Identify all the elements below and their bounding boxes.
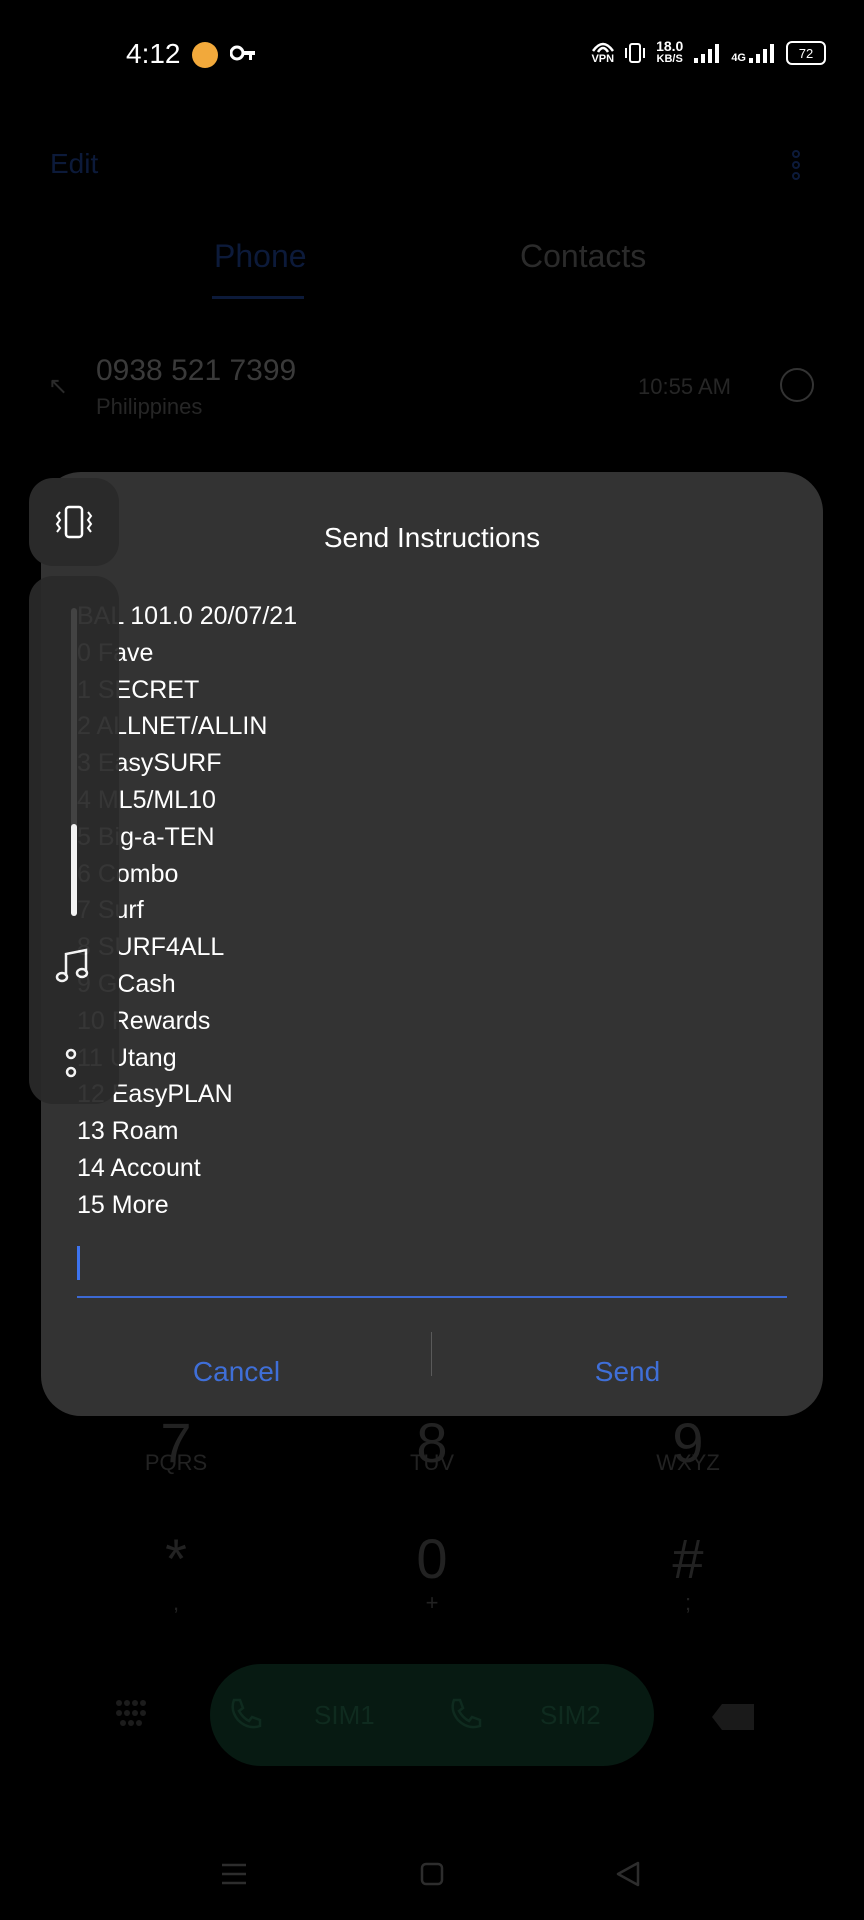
- recents-icon[interactable]: [220, 1862, 248, 1891]
- vpn-indicator: VPN: [591, 41, 614, 65]
- key-icon: [229, 42, 256, 69]
- back-icon[interactable]: [614, 1860, 642, 1893]
- status-time: 4:12: [126, 38, 181, 69]
- ussd-line: 13 Roam: [77, 1117, 179, 1146]
- info-icon[interactable]: [780, 368, 814, 402]
- key-0[interactable]: 0: [412, 1526, 452, 1591]
- recent-call-number[interactable]: 0938 521 7399: [96, 354, 296, 388]
- status-bar: 4:12 VPN 18.0 KB/S 4G 72: [0, 0, 864, 110]
- status-icons: VPN 18.0 KB/S 4G 72: [591, 38, 826, 66]
- wifi-vpn-icon: [591, 42, 614, 53]
- network-speed-unit: KB/S: [656, 53, 683, 65]
- ringer-mode-button[interactable]: [29, 478, 119, 566]
- key-star-letters: ,: [172, 1590, 180, 1615]
- sim1-label[interactable]: SIM1: [314, 1700, 375, 1731]
- edit-link[interactable]: Edit: [50, 148, 98, 180]
- call-sim1-icon[interactable]: [228, 1696, 264, 1737]
- tab-active-indicator: [212, 296, 304, 299]
- network-speed-value: 18.0: [656, 38, 684, 54]
- send-instructions-dialog: Send Instructions BAL 101.0 20/07/21 0 F…: [41, 472, 823, 1416]
- signal-sim2-icon: [749, 44, 774, 63]
- text-caret: [77, 1246, 80, 1280]
- signal-type-label: 4G: [731, 52, 746, 64]
- key-hash[interactable]: #: [668, 1526, 708, 1591]
- recent-call-country: Philippines: [96, 394, 203, 419]
- navigation-bar: [0, 1840, 864, 1920]
- signal-sim2: 4G: [731, 42, 776, 64]
- outgoing-call-icon: ↖: [48, 373, 69, 400]
- key-8-letters: TUV: [410, 1450, 454, 1475]
- emoji-notification-icon: [192, 42, 218, 68]
- home-icon[interactable]: [420, 1862, 444, 1891]
- vibrate-icon: [55, 505, 93, 539]
- vibrate-status-icon: [625, 43, 646, 63]
- ussd-line: 15 More: [77, 1190, 169, 1219]
- dialpad-icon[interactable]: [114, 1698, 148, 1737]
- signal-sim1-icon: [694, 44, 720, 63]
- ussd-line: 14 Account: [77, 1153, 201, 1182]
- music-note-icon[interactable]: [53, 946, 93, 991]
- dialog-title: Send Instructions: [323, 522, 541, 553]
- key-hash-letters: ;: [684, 1590, 692, 1615]
- call-sim2-icon[interactable]: [448, 1696, 484, 1737]
- backspace-icon[interactable]: [710, 1702, 756, 1737]
- volume-panel: [29, 576, 119, 1104]
- reply-input[interactable]: [77, 1238, 787, 1298]
- volume-more-icon[interactable]: [63, 1048, 79, 1087]
- key-9-letters: WXYZ: [656, 1450, 720, 1475]
- key-star[interactable]: *: [156, 1526, 196, 1591]
- recent-call-time: 10:55 AM: [638, 374, 731, 399]
- more-options-icon[interactable]: [790, 150, 802, 185]
- key-0-letters: +: [425, 1590, 439, 1615]
- key-7-letters: PQRS: [144, 1450, 208, 1475]
- tab-contacts[interactable]: Contacts: [520, 238, 646, 275]
- tab-phone[interactable]: Phone: [214, 238, 307, 275]
- battery-icon: 72: [786, 41, 826, 65]
- cancel-button[interactable]: Cancel: [41, 1342, 432, 1402]
- volume-level[interactable]: [71, 824, 77, 916]
- battery-level: 72: [798, 45, 814, 61]
- sim2-label[interactable]: SIM2: [540, 1700, 601, 1731]
- send-button[interactable]: Send: [432, 1342, 823, 1402]
- network-speed: 18.0 KB/S: [656, 38, 684, 66]
- call-bar: SIM1 SIM2: [210, 1664, 654, 1766]
- vpn-label: VPN: [591, 53, 615, 65]
